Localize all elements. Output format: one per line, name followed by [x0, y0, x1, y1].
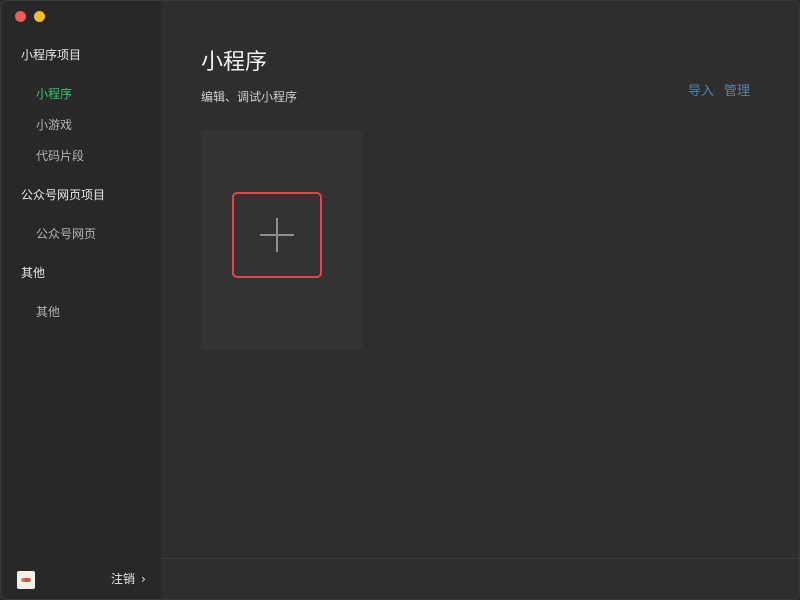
page-title: 小程序 [201, 50, 268, 75]
window-controls [15, 11, 45, 22]
avatar-mark [21, 578, 31, 582]
section-title-official-account-projects: 公众号网页项目 [21, 188, 106, 202]
sidebar-item-other[interactable]: 其他 [36, 303, 60, 320]
section-title-miniprogram-projects: 小程序项目 [21, 48, 82, 62]
app-window: 小程序项目 小程序 小游戏 代码片段 公众号网页项目 公众号网页 其他 其他 注… [0, 0, 800, 600]
manage-link[interactable]: 管理 [724, 80, 750, 99]
chevron-right-icon: › [141, 571, 146, 586]
sidebar-item-code-snippets[interactable]: 代码片段 [36, 147, 84, 164]
sidebar-item-miniprogram[interactable]: 小程序 [36, 85, 72, 102]
create-project-card [201, 130, 363, 350]
user-avatar-icon[interactable] [17, 571, 35, 589]
plus-icon [260, 218, 294, 252]
logout-label: 注销 [111, 572, 136, 586]
page-subtitle: 编辑、调试小程序 [201, 90, 298, 104]
header-actions: 导入 管理 [688, 80, 750, 99]
logout-button[interactable]: 注销 › [111, 570, 146, 587]
sidebar-item-official-account-web[interactable]: 公众号网页 [36, 225, 96, 242]
import-link[interactable]: 导入 [688, 80, 714, 99]
sidebar-item-minigame[interactable]: 小游戏 [36, 116, 72, 133]
minimize-window-button[interactable] [34, 11, 45, 22]
sidebar: 小程序项目 小程序 小游戏 代码片段 公众号网页项目 公众号网页 其他 其他 注… [1, 1, 161, 599]
close-window-button[interactable] [15, 11, 26, 22]
create-project-button[interactable] [232, 192, 322, 278]
section-title-other: 其他 [21, 266, 46, 280]
footer-divider [161, 558, 799, 559]
